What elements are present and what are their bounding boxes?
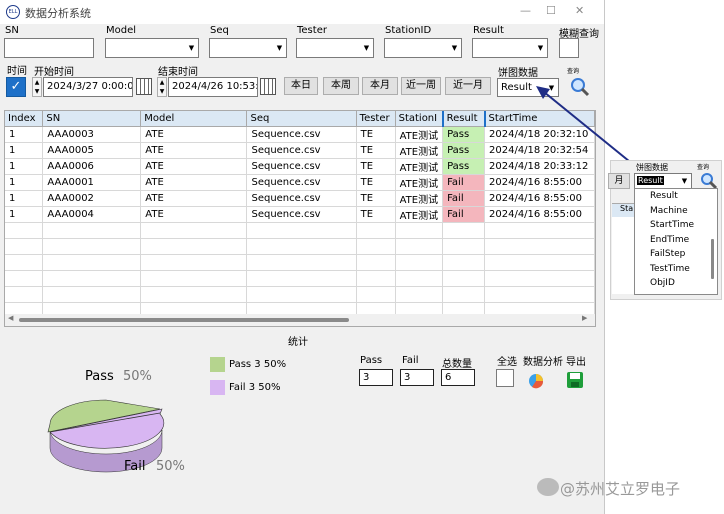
dropdown-option[interactable]: StartTime: [650, 220, 694, 230]
dropdown-option[interactable]: TestTime: [650, 264, 690, 274]
popup-pie-data-label: 饼图数据: [636, 163, 668, 172]
popup-pie-combo[interactable]: Result ▼: [634, 173, 692, 189]
dropdown-option[interactable]: Result: [650, 191, 678, 201]
wechat-icon: [537, 478, 559, 496]
watermark: @苏州艾立罗电子: [560, 480, 681, 498]
dropdown-option[interactable]: ObjID: [650, 278, 675, 288]
popup-month-button[interactable]: 月: [608, 173, 630, 189]
popup-column-header: Sta: [612, 204, 634, 217]
chevron-down-icon: ▼: [681, 177, 688, 185]
popup-query-label: 查询: [697, 164, 710, 171]
popup-table-fragment: Sta: [612, 203, 634, 294]
dropdown-option[interactable]: FailStep: [650, 249, 685, 259]
dropdown-option[interactable]: Machine: [650, 206, 688, 216]
pie-data-dropdown[interactable]: Result Machine StartTime EndTime FailSte…: [634, 188, 718, 295]
dropdown-option[interactable]: EndTime: [650, 235, 689, 245]
dropdown-scrollbar[interactable]: [711, 239, 714, 279]
popup-pie-value: Result: [637, 176, 664, 185]
